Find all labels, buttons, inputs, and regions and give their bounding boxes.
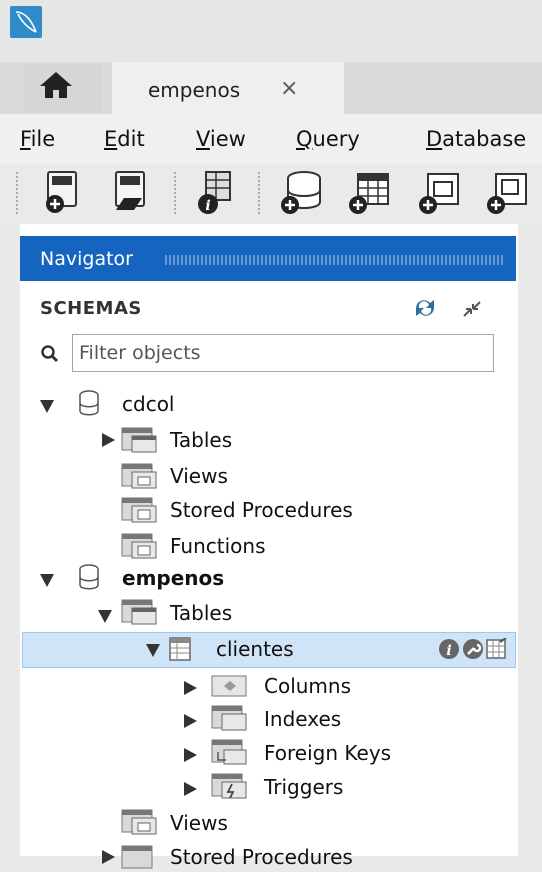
expand-arrow-icon[interactable] (184, 782, 197, 796)
triggers-folder-icon (211, 773, 247, 799)
table-icon (169, 637, 191, 661)
tree-item-tables[interactable]: Tables (170, 428, 232, 452)
tab-close-icon[interactable]: × (280, 76, 298, 101)
tree-item-empenos[interactable]: empenos (122, 566, 224, 590)
schemas-label: SCHEMAS (40, 298, 142, 319)
indexes-folder-icon (211, 705, 247, 731)
table-data-icon[interactable] (486, 638, 508, 660)
mysql-workbench-logo-icon[interactable] (10, 6, 42, 38)
expand-arrow-icon[interactable] (184, 714, 197, 728)
foreign-keys-folder-icon (211, 739, 247, 765)
wrench-icon[interactable] (462, 638, 484, 660)
create-table-icon[interactable] (348, 170, 392, 216)
title-bar (0, 0, 542, 62)
tree-item-views[interactable]: Views (170, 811, 228, 835)
collapse-all-icon[interactable] (462, 300, 482, 318)
svg-text:i: i (446, 643, 451, 659)
views-folder-icon (121, 809, 157, 835)
expand-arrow-icon[interactable] (102, 433, 115, 447)
open-sql-script-icon[interactable] (112, 170, 152, 216)
new-sql-tab-icon[interactable] (44, 170, 84, 216)
home-tab[interactable] (24, 64, 102, 112)
functions-folder-icon (121, 533, 157, 559)
tree-item-cdcol[interactable]: cdcol (122, 392, 174, 416)
filter-box (72, 334, 494, 372)
expand-arrow-icon[interactable] (146, 644, 160, 657)
expand-arrow-icon[interactable] (98, 610, 112, 623)
expand-arrow-icon[interactable] (40, 400, 54, 413)
tables-folder-icon (121, 427, 157, 453)
expand-arrow-icon[interactable] (40, 574, 54, 587)
create-view-icon[interactable] (418, 170, 462, 216)
menu-edit[interactable]: Edit (104, 127, 145, 151)
expand-arrow-icon[interactable] (184, 748, 197, 762)
tree-item-stored-procedures[interactable]: Stored Procedures (170, 845, 353, 869)
tree-item-stored-procedures[interactable]: Stored Procedures (170, 498, 353, 522)
info-icon[interactable]: i (438, 638, 460, 660)
tables-folder-icon (121, 599, 157, 625)
expand-arrow-icon[interactable] (102, 850, 115, 864)
tree-item-tables[interactable]: Tables (170, 601, 232, 625)
columns-folder-icon (211, 675, 247, 697)
toolbar-separator (174, 172, 176, 214)
schema-icon (79, 564, 99, 590)
expand-arrow-icon[interactable] (184, 681, 197, 695)
menu-database[interactable]: Database (426, 127, 526, 151)
tree-item-indexes[interactable]: Indexes (264, 707, 341, 731)
tree-item-columns[interactable]: Columns (264, 674, 351, 698)
menu-view[interactable]: View (196, 127, 246, 151)
tree-item-views[interactable]: Views (170, 464, 228, 488)
filter-objects-input[interactable] (79, 340, 479, 366)
menu-query[interactable]: Query (296, 127, 360, 151)
stored-procedures-folder-icon (121, 497, 157, 523)
toolbar-separator (258, 172, 260, 214)
tree-item-triggers[interactable]: Triggers (264, 775, 343, 799)
navigator-title: Navigator (40, 248, 133, 270)
tree-item-functions[interactable]: Functions (170, 534, 266, 558)
search-icon (41, 345, 59, 363)
stored-procedures-folder-icon (121, 845, 153, 869)
home-icon (40, 72, 72, 98)
svg-text:i: i (205, 198, 210, 214)
inspector-icon[interactable]: i (196, 170, 236, 216)
views-folder-icon (121, 463, 157, 489)
tree-item-clientes[interactable]: clientes (216, 637, 294, 661)
schema-icon (79, 390, 99, 416)
tab-label: empenos (148, 78, 241, 102)
create-procedure-icon[interactable] (486, 170, 530, 216)
toolbar-separator (16, 172, 18, 214)
menu-file[interactable]: File (20, 127, 55, 151)
tree-item-foreign-keys[interactable]: Foreign Keys (264, 741, 391, 765)
create-schema-icon[interactable] (280, 170, 324, 216)
navigator-header-grip[interactable] (165, 255, 505, 265)
refresh-icon[interactable] (412, 298, 438, 318)
